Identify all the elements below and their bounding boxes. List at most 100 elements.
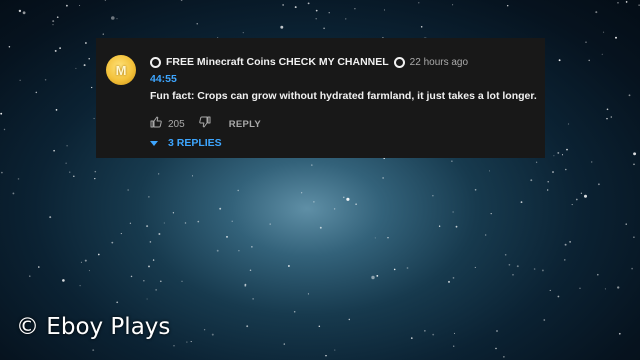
star: [93, 117, 95, 120]
star: [633, 163, 635, 166]
star: [325, 354, 327, 357]
star: [111, 16, 115, 20]
star: [180, 0, 183, 1]
star: [85, 42, 87, 44]
star: [343, 196, 345, 199]
star: [1, 171, 3, 174]
star: [355, 203, 357, 205]
thumbs-up-icon[interactable]: [150, 115, 162, 133]
star: [17, 178, 20, 180]
verified-ring-icon: [393, 56, 405, 68]
star: [148, 196, 150, 198]
star: [146, 298, 148, 300]
star: [94, 170, 97, 173]
star: [315, 17, 317, 20]
star: [283, 343, 286, 345]
star: [566, 148, 568, 151]
star: [374, 237, 376, 239]
star: [547, 181, 549, 183]
star: [196, 23, 198, 25]
star: [66, 145, 68, 147]
star: [186, 341, 188, 343]
author-name[interactable]: FREE Minecraft Coins CHECK MY CHANNEL: [166, 56, 389, 68]
star: [237, 189, 239, 192]
star: [238, 250, 240, 252]
star: [91, 86, 93, 89]
star: [249, 269, 252, 271]
timestamp-link[interactable]: 44:55: [150, 73, 177, 85]
star: [575, 198, 578, 201]
star: [383, 9, 386, 11]
star: [216, 249, 219, 252]
star: [129, 222, 132, 224]
star: [604, 288, 606, 290]
star: [111, 241, 114, 244]
star: [88, 270, 90, 272]
star: [485, 234, 487, 236]
star: [603, 31, 605, 33]
star: [617, 2, 619, 4]
star: [597, 273, 599, 276]
star: [333, 208, 336, 210]
star: [455, 225, 458, 228]
star: [496, 330, 498, 332]
star: [438, 225, 441, 227]
star: [432, 195, 434, 197]
time-ago[interactable]: 22 hours ago: [410, 57, 468, 68]
star: [190, 341, 192, 343]
star: [615, 36, 617, 39]
star: [280, 25, 284, 29]
star: [453, 332, 456, 334]
star: [130, 275, 133, 278]
star: [310, 164, 313, 166]
star: [146, 225, 149, 228]
star: [410, 337, 413, 339]
view-replies-button[interactable]: 3 REPLIES: [150, 137, 222, 149]
star: [508, 263, 511, 266]
thumbs-down-icon[interactable]: [198, 115, 211, 133]
star: [610, 116, 613, 118]
avatar[interactable]: M: [106, 55, 136, 85]
star: [606, 108, 609, 111]
star: [52, 20, 55, 23]
star: [569, 241, 571, 243]
star: [35, 91, 38, 94]
star: [22, 11, 26, 15]
star: [625, 1, 628, 3]
star: [231, 220, 233, 222]
reply-button[interactable]: REPLY: [229, 119, 261, 130]
star: [173, 345, 175, 347]
star: [19, 79, 21, 81]
star: [83, 64, 86, 67]
star: [158, 233, 161, 235]
star: [69, 171, 71, 173]
star: [127, 189, 129, 191]
comment-actions: 205 REPLY: [150, 115, 261, 133]
star: [579, 287, 581, 290]
star: [84, 259, 87, 262]
star: [631, 267, 633, 270]
star: [512, 273, 514, 276]
star: [94, 178, 96, 180]
star: [148, 265, 150, 268]
star: [564, 259, 566, 261]
star: [158, 173, 160, 175]
star: [191, 175, 194, 177]
star: [244, 284, 247, 287]
star: [406, 267, 409, 269]
comment-header: FREE Minecraft Coins CHECK MY CHANNEL 22…: [150, 56, 468, 68]
star: [393, 268, 396, 271]
star: [633, 236, 635, 239]
star: [452, 4, 454, 6]
star: [585, 41, 587, 44]
star: [506, 4, 509, 7]
star: [52, 23, 54, 26]
star: [633, 152, 637, 156]
star: [588, 59, 590, 62]
replies-label: 3 REPLIES: [168, 137, 222, 149]
star: [424, 330, 426, 332]
star: [474, 188, 477, 191]
star: [97, 253, 100, 256]
star: [376, 274, 379, 277]
star: [12, 192, 15, 195]
